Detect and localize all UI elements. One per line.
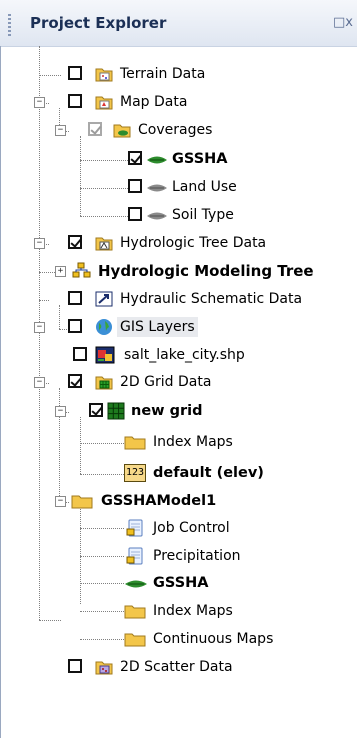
tree-item-label: Terrain Data <box>120 66 206 82</box>
gis-layers-checkbox[interactable] <box>68 319 82 333</box>
close-panel-icon[interactable]: □x <box>333 16 353 30</box>
coverages-checkbox[interactable] <box>88 122 102 136</box>
shapefile-icon <box>95 346 115 364</box>
tree-item-hydrologic-tree-data[interactable]: − Hydrologic Tree Data <box>1 232 357 256</box>
coverage-icon <box>147 156 167 164</box>
land-use-checkbox[interactable] <box>128 179 142 193</box>
tree-item-gssha-model-coverage[interactable]: GSSHA <box>1 572 357 596</box>
tree-item-label: GSSHA <box>172 151 228 167</box>
coverage-icon <box>125 580 147 588</box>
collapse-gis-layers-icon[interactable]: − <box>34 322 45 333</box>
tree-item-precipitation[interactable]: Precipitation <box>1 545 357 569</box>
tree-item-2d-scatter-data[interactable]: 2D Scatter Data <box>1 656 357 680</box>
tree-item-index-maps[interactable]: Index Maps <box>1 431 357 455</box>
tree-item-hydrologic-modeling-tree[interactable]: + Hydrologic Modeling Tree <box>1 260 357 284</box>
tree-item-label: Map Data <box>120 94 188 110</box>
map-data-icon <box>95 96 113 110</box>
modeling-tree-icon <box>72 262 91 278</box>
tree-item-continuous-maps[interactable]: Continuous Maps <box>1 628 357 652</box>
tree-item-label: Continuous Maps <box>153 631 274 647</box>
collapse-gssha-model-icon[interactable]: − <box>55 496 66 507</box>
dataset-123-icon: 123 <box>124 464 146 482</box>
tree-item-label: 2D Scatter Data <box>120 659 233 675</box>
folder-icon <box>124 436 146 450</box>
tree-item-label: salt_lake_city.shp <box>124 347 245 363</box>
project-explorer-panel: Project Explorer □x Terrain Data − Map D… <box>0 0 357 738</box>
grid-data-checkbox[interactable] <box>68 374 82 388</box>
tree-item-label: new grid <box>131 403 203 419</box>
tree-item-2d-grid-data[interactable]: − 2D Grid Data <box>1 371 357 395</box>
coverage-icon <box>147 212 167 220</box>
tree-item-label: GSSHAModel1 <box>101 493 217 509</box>
panel-title: Project Explorer <box>30 14 167 32</box>
collapse-grid-data-icon[interactable]: − <box>34 377 45 388</box>
terrain-data-checkbox[interactable] <box>68 66 82 80</box>
terrain-data-icon <box>95 68 113 82</box>
collapse-hydrologic-tree-icon[interactable]: − <box>34 238 45 249</box>
tree-item-label: Coverages <box>138 122 213 138</box>
project-tree: Terrain Data − Map Data − Coverages GSSH… <box>0 46 357 738</box>
shapefile-checkbox[interactable] <box>73 347 87 361</box>
globe-icon <box>96 319 112 335</box>
drag-grip-icon[interactable] <box>8 14 11 36</box>
tree-item-label: Hydrologic Tree Data <box>120 235 267 251</box>
soil-type-checkbox[interactable] <box>128 207 142 221</box>
tree-item-label: Land Use <box>172 179 237 195</box>
hydraulic-schematic-checkbox[interactable] <box>68 291 82 305</box>
tree-item-land-use[interactable]: Land Use <box>1 176 357 200</box>
tree-item-label: Index Maps <box>153 603 233 619</box>
tree-item-label: Job Control <box>153 520 230 536</box>
tree-item-label: Soil Type <box>172 207 234 223</box>
tree-item-label: Hydraulic Schematic Data <box>120 291 303 307</box>
tree-item-shapefile[interactable]: salt_lake_city.shp <box>1 344 357 368</box>
expand-modeling-tree-icon[interactable]: + <box>55 266 66 277</box>
folder-icon <box>124 605 146 619</box>
tree-item-terrain-data[interactable]: Terrain Data <box>1 63 357 87</box>
tree-item-label: GSSHA <box>153 575 209 591</box>
gssha-coverage-checkbox[interactable] <box>128 151 142 165</box>
hydrologic-tree-checkbox[interactable] <box>68 235 82 249</box>
collapse-new-grid-icon[interactable]: − <box>55 406 66 417</box>
hydrologic-tree-icon <box>95 237 113 251</box>
tree-item-label: default (elev) <box>153 465 264 481</box>
document-icon <box>126 519 143 537</box>
grid-icon <box>107 402 125 420</box>
hydraulic-schematic-icon <box>95 291 113 307</box>
tree-item-label: GIS Layers <box>117 317 198 337</box>
coverage-icon <box>147 184 167 192</box>
tree-item-new-grid[interactable]: − new grid <box>1 400 357 424</box>
tree-item-label: Precipitation <box>153 548 241 564</box>
scatter-data-icon <box>95 661 113 675</box>
folder-icon <box>124 633 146 647</box>
tree-item-gssha-coverage[interactable]: GSSHA <box>1 148 357 172</box>
tree-item-label: Hydrologic Modeling Tree <box>98 262 314 280</box>
tree-item-job-control[interactable]: Job Control <box>1 517 357 541</box>
tree-item-soil-type[interactable]: Soil Type <box>1 204 357 228</box>
map-data-checkbox[interactable] <box>68 94 82 108</box>
collapse-map-data-icon[interactable]: − <box>34 97 45 108</box>
new-grid-checkbox[interactable] <box>89 403 103 417</box>
tree-item-coverages[interactable]: − Coverages <box>1 119 357 143</box>
tree-item-map-data[interactable]: − Map Data <box>1 91 357 115</box>
scatter-data-checkbox[interactable] <box>68 659 82 673</box>
tree-item-label: Index Maps <box>153 434 233 450</box>
tree-item-hydraulic-schematic[interactable]: Hydraulic Schematic Data <box>1 288 357 312</box>
panel-header: Project Explorer □x <box>0 0 357 47</box>
tree-item-gssha-model[interactable]: − GSSHAModel1 <box>1 490 357 514</box>
collapse-coverages-icon[interactable]: − <box>55 125 66 136</box>
coverages-folder-icon <box>113 124 131 138</box>
grid-data-icon <box>95 376 113 390</box>
tree-item-index-maps-model[interactable]: Index Maps <box>1 600 357 624</box>
tree-item-default-elev[interactable]: 123 default (elev) <box>1 462 357 486</box>
tree-item-gis-layers[interactable]: − GIS Layers <box>1 316 357 340</box>
folder-icon <box>71 495 93 509</box>
tree-item-label: 2D Grid Data <box>120 374 212 390</box>
document-icon <box>126 547 143 565</box>
